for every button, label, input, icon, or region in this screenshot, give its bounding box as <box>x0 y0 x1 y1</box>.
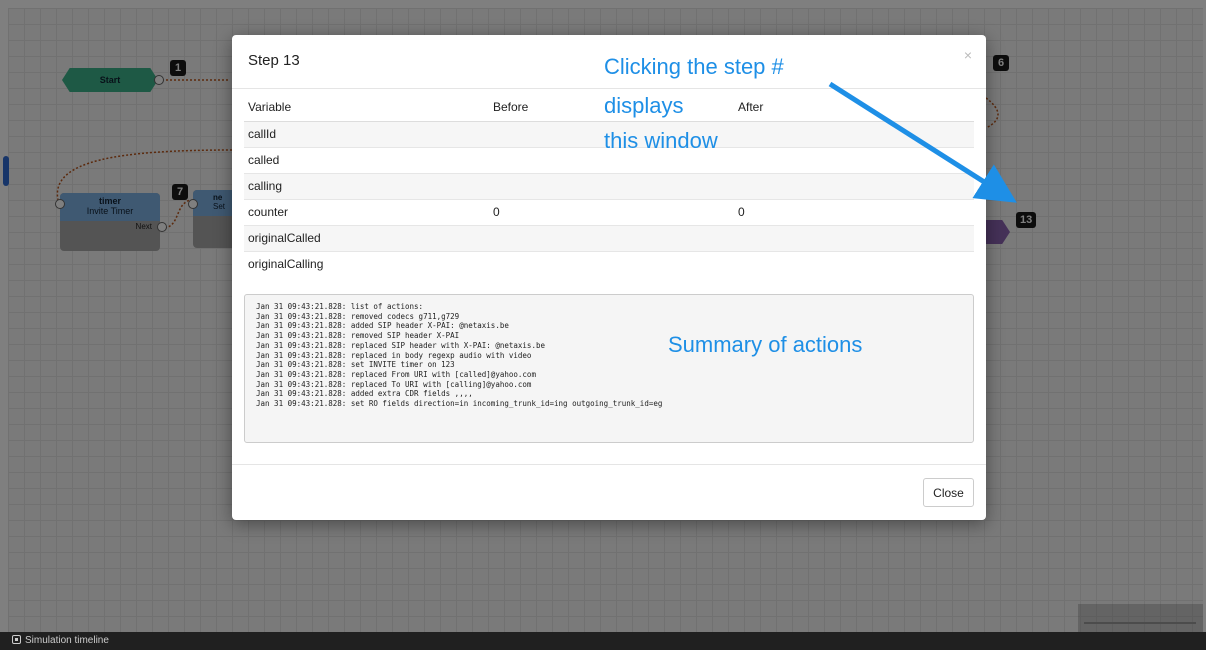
table-row: counter 0 0 <box>244 199 974 226</box>
log-line: Jan 31 09:43:21.828: removed SIP header … <box>256 331 460 341</box>
close-icon[interactable]: × <box>964 47 972 63</box>
annotation-line-1: Clicking the step # <box>604 54 784 79</box>
cell-variable: callId <box>244 121 489 148</box>
cell-variable: calling <box>244 173 489 200</box>
table-row: originalCalled <box>244 225 974 252</box>
cell-variable: originalCalling <box>248 257 324 272</box>
log-line: Jan 31 09:43:21.828: removed codecs g711… <box>256 311 460 321</box>
cell-after <box>734 147 974 174</box>
column-header-after: After <box>734 94 974 122</box>
log-line: Jan 31 09:43:21.828: added extra CDR fie… <box>256 389 473 399</box>
log-line: Jan 31 09:43:21.828: replaced in body re… <box>256 350 532 360</box>
table-row: originalCalling <box>244 251 974 277</box>
log-line: Jan 31 09:43:21.828: set INVITE timer on… <box>256 360 455 370</box>
log-line: Jan 31 09:43:21.828: added SIP header X-… <box>256 321 509 331</box>
actions-log: Jan 31 09:43:21.828: list of actions: Jan… <box>244 294 974 443</box>
timeline-icon <box>12 635 21 644</box>
column-header-variable: Variable <box>244 94 489 122</box>
annotation-line-2: displays <box>604 93 684 118</box>
cell-before <box>489 251 734 277</box>
modal-title: Step 13 <box>248 52 300 69</box>
close-button[interactable]: Close <box>923 478 974 507</box>
cell-after <box>734 121 974 148</box>
cell-after <box>734 173 974 200</box>
cell-variable: originalCalled <box>244 225 489 252</box>
cell-before <box>489 225 734 252</box>
log-line: Jan 31 09:43:21.828: replaced SIP header… <box>256 340 545 350</box>
cell-after: 0 <box>734 199 974 226</box>
cell-variable: counter <box>244 199 489 226</box>
variables-table: Variable Before After callId called call… <box>244 94 974 277</box>
cell-variable: called <box>244 147 489 174</box>
log-line: Jan 31 09:43:21.828: list of actions: <box>256 302 424 311</box>
table-row: calling <box>244 173 974 200</box>
cell-before: 0 <box>489 199 734 226</box>
cell-after <box>734 225 974 252</box>
annotation-line-3: this window <box>604 128 718 153</box>
modal-header-divider <box>232 88 986 89</box>
cell-before <box>489 173 734 200</box>
cell-after <box>734 251 974 277</box>
log-line: Jan 31 09:43:21.828: set RO fields direc… <box>256 399 663 409</box>
log-line: Jan 31 09:43:21.828: replaced To URI wit… <box>256 379 532 389</box>
annotation-summary: Summary of actions <box>668 332 863 357</box>
log-line: Jan 31 09:43:21.828: replaced From URI w… <box>256 369 536 379</box>
modal-footer-divider <box>232 464 986 465</box>
timeline-label: Simulation timeline <box>25 635 109 646</box>
simulation-timeline-bar[interactable]: Simulation timeline <box>0 632 1206 650</box>
